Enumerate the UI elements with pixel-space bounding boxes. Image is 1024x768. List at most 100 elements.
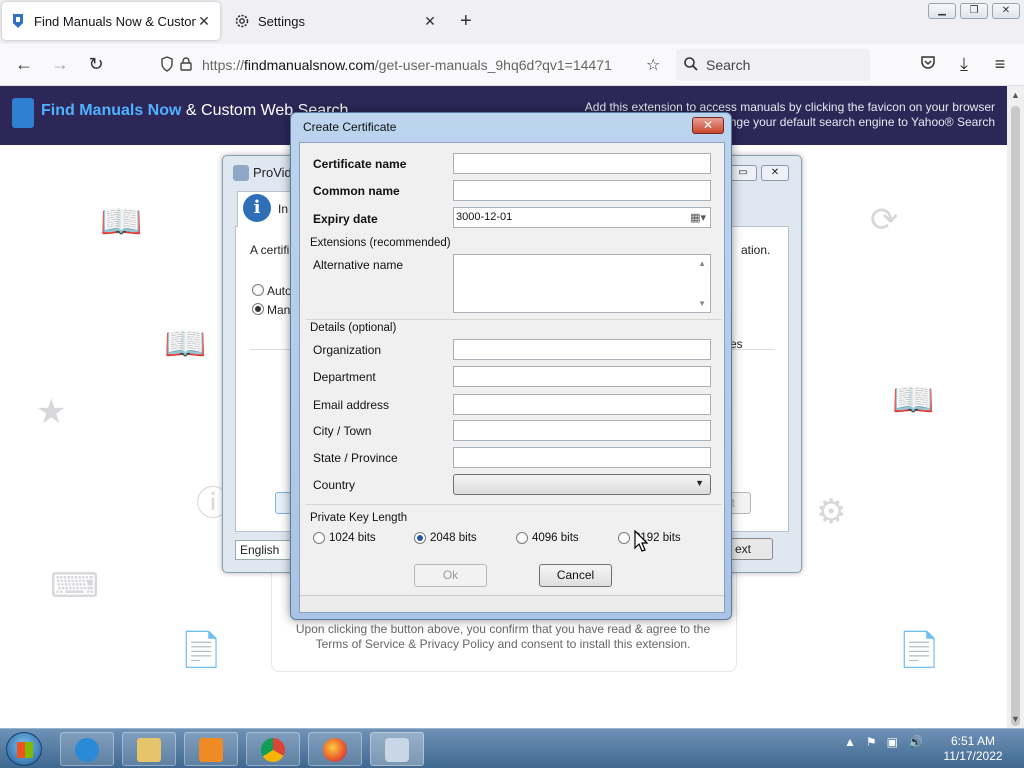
menu-hamburger-icon[interactable]: ≡ [988,54,1012,75]
installer-close-icon[interactable]: ✕ [761,165,789,181]
installer-restore-icon[interactable]: ▭ [729,165,757,181]
tab-find-manuals[interactable]: Find Manuals Now & Custom W ✕ [2,2,220,40]
ok-button[interactable]: Ok [414,564,487,587]
radio-8192[interactable] [618,532,630,544]
key-1024-option[interactable]: 1024 bits [313,532,376,544]
alternative-name-textarea[interactable]: ▲ ▼ [453,254,711,313]
tab-settings[interactable]: Settings ✕ [226,2,446,40]
search-input[interactable]: Search [676,49,870,81]
action-center-icon[interactable]: ⚑ [866,735,877,749]
workflow-icon: ⟳ [870,201,899,239]
key-2048-label: 2048 bits [430,532,477,544]
expiry-date-picker[interactable]: 3000-12-01 ▦▾ [453,207,711,228]
installer-text-b: ation. [741,243,771,257]
certificate-name-input[interactable] [453,153,711,174]
scroll-down-icon[interactable]: ▼ [698,299,706,308]
create-certificate-dialog: Create Certificate ✕ Certificate name Co… [290,112,732,620]
key-2048-option[interactable]: 2048 bits [414,532,477,544]
site-logo-icon [12,98,34,128]
scrollbar-thumb[interactable] [1011,106,1020,726]
scroll-up-icon[interactable]: ▲ [698,259,706,268]
tab-label: Settings [258,13,305,29]
close-tab-icon[interactable]: ✕ [196,13,212,30]
state-label: State / Province [313,451,398,465]
shield-favicon-icon [10,13,26,29]
lock-icon[interactable] [180,56,202,74]
info-icon: i [243,194,271,222]
close-window-icon[interactable]: ✕ [992,3,1020,19]
radio-manual[interactable] [252,303,264,315]
url-text[interactable]: https://findmanualsnow.com/get-user-manu… [202,57,646,73]
installer-app-icon [233,165,249,181]
start-button[interactable] [6,732,42,766]
clock-date: 11/17/2022 [943,749,1003,763]
bookmark-star-icon[interactable]: ☆ [646,55,668,75]
department-input[interactable] [453,366,711,387]
cancel-button[interactable]: Cancel [539,564,612,587]
radio-automatic[interactable] [252,284,264,296]
restore-icon[interactable]: ❐ [960,3,988,19]
installer-task-icon[interactable] [370,732,424,766]
section-divider [306,504,722,505]
key-1024-label: 1024 bits [329,532,376,544]
scroll-up-icon[interactable]: ▲ [1011,90,1020,100]
forward-arrow-icon[interactable]: → [48,54,72,75]
media-player-icon[interactable] [184,732,238,766]
windows-logo-icon [17,742,33,758]
common-name-label: Common name [313,184,400,198]
key-8192-option[interactable]: 8192 bits [618,532,681,544]
file-explorer-icon[interactable] [122,732,176,766]
radio-4096[interactable] [516,532,528,544]
common-name-input[interactable] [453,180,711,201]
calendar-dropdown-icon[interactable]: ▦▾ [690,211,706,224]
show-hidden-icons-icon[interactable]: ▲ [844,735,856,749]
pocket-icon[interactable] [916,54,940,75]
internet-explorer-icon[interactable] [60,732,114,766]
installer-text-a: A certifi [250,243,290,257]
dialog-close-icon[interactable]: ✕ [692,117,724,134]
key-4096-option[interactable]: 4096 bits [516,532,579,544]
site-brand: Find Manuals Now [41,102,182,119]
system-clock[interactable]: 6:51 AM 11/17/2022 [936,734,1010,764]
new-tab-plus-icon[interactable]: + [460,10,472,33]
stars-person-icon: ★ [36,393,67,431]
expiry-date-label: Expiry date [313,212,378,226]
firefox-icon[interactable] [308,732,362,766]
downloads-icon[interactable]: ⤓ [952,54,976,75]
installer-tab-label: In [278,202,289,216]
windows-taskbar: ▲ ⚑ ▣ 🔊 6:51 AM 11/17/2022 [0,728,1024,768]
navigation-bar: ← → ↻ https://findmanualsnow.com/get-use… [0,44,1024,86]
chevron-down-icon: ▼ [695,478,704,488]
minimize-icon[interactable]: ▁ [928,3,956,19]
close-tab-icon[interactable]: ✕ [422,13,438,30]
page-scrollbar[interactable]: ▲ ▼ [1007,86,1024,728]
key-4096-label: 4096 bits [532,532,579,544]
city-input[interactable] [453,420,711,441]
reload-icon[interactable]: ↻ [84,54,108,75]
email-input[interactable] [453,394,711,415]
scroll-down-icon[interactable]: ▼ [1011,714,1020,724]
alternative-name-label: Alternative name [313,258,404,272]
tracking-shield-icon[interactable] [160,55,180,75]
dialog-title: Create Certificate [303,120,397,134]
organization-input[interactable] [453,339,711,360]
system-tray: ▲ ⚑ ▣ 🔊 [844,735,923,749]
key-length-section-label: Private Key Length [310,512,408,524]
country-select[interactable]: ▼ [453,474,711,495]
volume-icon[interactable]: 🔊 [908,735,923,749]
state-input[interactable] [453,447,711,468]
manual-help-icon: 📖 [164,325,207,363]
url-bar[interactable]: https://findmanualsnow.com/get-user-manu… [152,49,668,81]
department-label: Department [313,370,376,384]
expiry-date-value: 3000-12-01 [456,211,513,223]
radio-2048[interactable] [414,532,426,544]
back-arrow-icon[interactable]: ← [12,54,36,75]
radio-1024[interactable] [313,532,325,544]
section-divider [306,319,722,320]
network-icon[interactable]: ▣ [887,735,898,749]
typewriter-icon: ⌨ [50,567,100,605]
window-controls: ▁ ❐ ✕ [928,3,1020,19]
chrome-icon[interactable] [246,732,300,766]
tab-label: Find Manuals Now & Custom W [34,13,196,29]
city-label: City / Town [313,424,372,438]
